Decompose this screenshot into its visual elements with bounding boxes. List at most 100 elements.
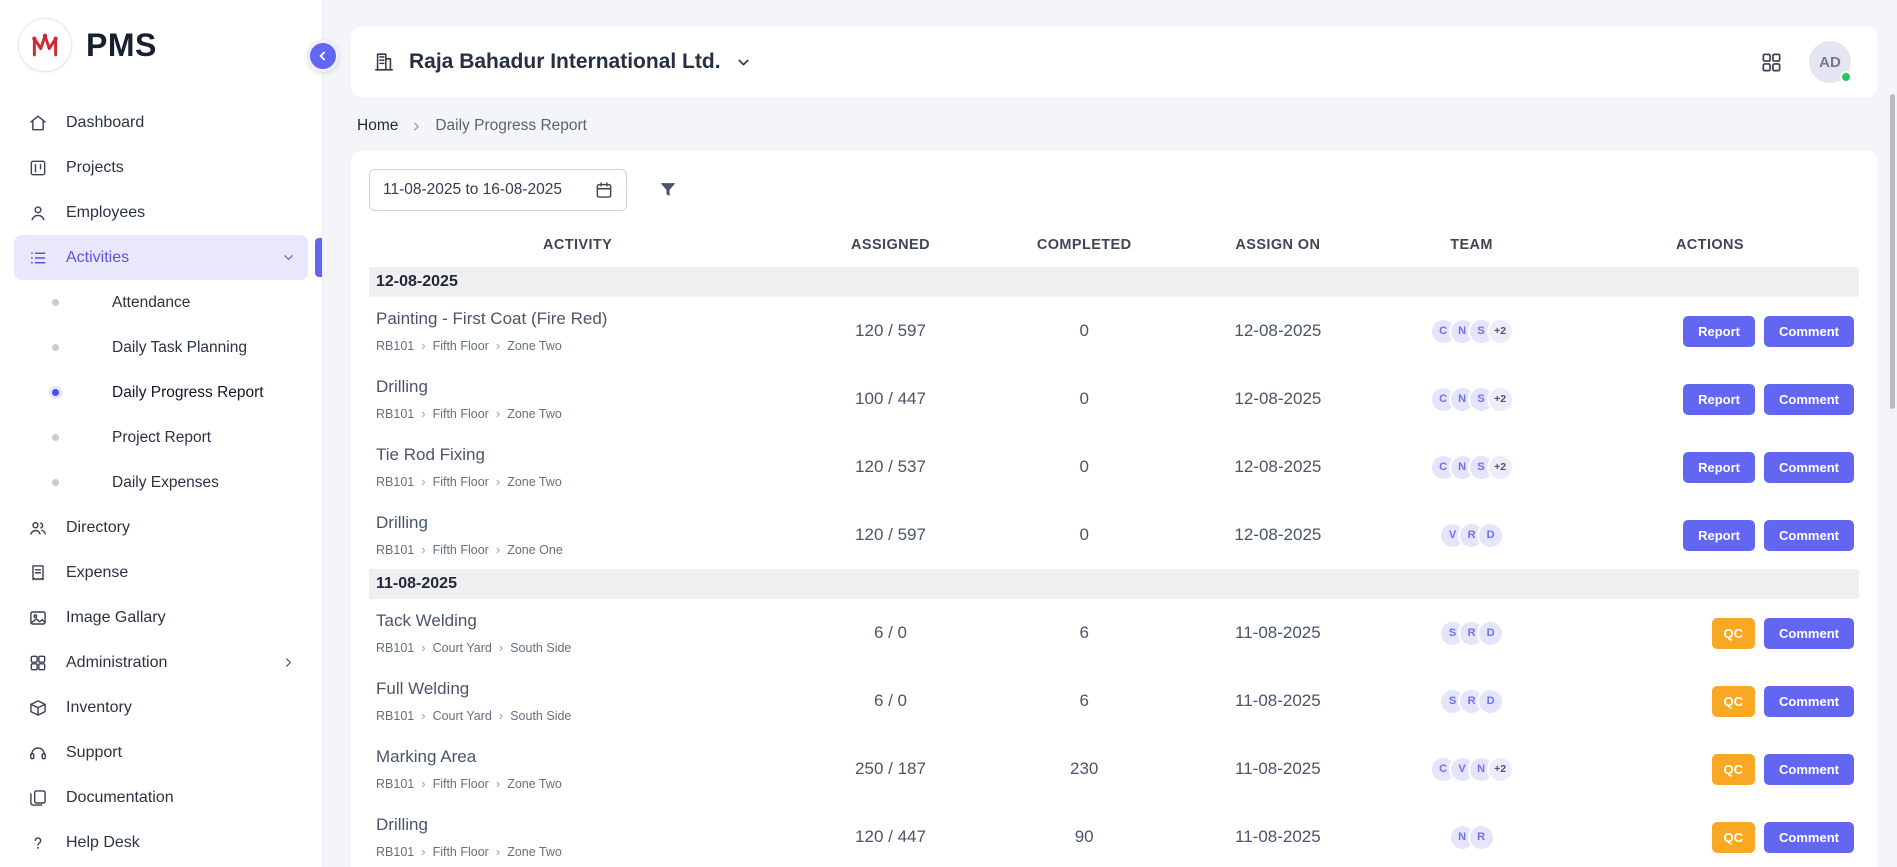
sidebar-subitem-project-report[interactable]: Project Report bbox=[14, 415, 308, 460]
date-range-input[interactable]: 11-08-2025 to 16-08-2025 bbox=[369, 169, 627, 211]
sidebar-subitem-attendance[interactable]: Attendance bbox=[14, 280, 308, 325]
sidebar-subitem-daily-task-planning[interactable]: Daily Task Planning bbox=[14, 325, 308, 370]
sidebar-item-documentation[interactable]: Documentation bbox=[14, 775, 308, 820]
sidebar-item-activities[interactable]: Activities bbox=[14, 235, 308, 280]
path-segment: RB101 bbox=[376, 543, 414, 557]
sidebar-item-directory[interactable]: Directory bbox=[14, 505, 308, 550]
assigned-value: 120 / 447 bbox=[786, 827, 995, 847]
comment-button[interactable]: Comment bbox=[1764, 822, 1854, 853]
path-segment: Fifth Floor bbox=[433, 475, 489, 489]
sidebar-subitem-daily-progress-report[interactable]: Daily Progress Report bbox=[14, 370, 308, 415]
team-avatar[interactable]: D bbox=[1477, 688, 1504, 715]
activity-row: Tie Rod Fixing RB101›Fifth Floor›Zone Tw… bbox=[369, 433, 1859, 501]
path-segment: Fifth Floor bbox=[433, 339, 489, 353]
sidebar-item-projects[interactable]: Projects bbox=[14, 145, 308, 190]
comment-button[interactable]: Comment bbox=[1764, 686, 1854, 717]
assign-on-value: 11-08-2025 bbox=[1174, 691, 1383, 711]
qc-button[interactable]: QC bbox=[1712, 618, 1756, 649]
sidebar-item-expense[interactable]: Expense bbox=[14, 550, 308, 595]
row-actions: QC Comment bbox=[1561, 686, 1859, 717]
sidebar-submenu-activities: AttendanceDaily Task Planning Daily Progr… bbox=[14, 280, 308, 505]
team-extra-badge[interactable]: +2 bbox=[1487, 318, 1514, 345]
sidebar-subitem-daily-expenses[interactable]: Daily Expenses bbox=[14, 460, 308, 505]
qc-button[interactable]: QC bbox=[1712, 754, 1756, 785]
team-extra-badge[interactable]: +2 bbox=[1487, 756, 1514, 783]
assigned-value: 120 / 597 bbox=[786, 525, 995, 545]
team-avatar[interactable]: D bbox=[1477, 620, 1504, 647]
sidebar-item-employees[interactable]: Employees bbox=[14, 190, 308, 235]
main-area: Raja Bahadur International Ltd. AD Home … bbox=[323, 0, 1897, 867]
sidebar-item-label: Employees bbox=[66, 204, 145, 222]
comment-button[interactable]: Comment bbox=[1764, 452, 1854, 483]
company-selector[interactable]: Raja Bahadur International Ltd. bbox=[373, 50, 752, 74]
sidebar-item-administration[interactable]: Administration bbox=[14, 640, 308, 685]
comment-button[interactable]: Comment bbox=[1764, 316, 1854, 347]
qc-button[interactable]: QC bbox=[1712, 822, 1756, 853]
assigned-value: 120 / 537 bbox=[786, 457, 995, 477]
path-segment: South Side bbox=[510, 641, 571, 655]
sidebar-item-dashboard[interactable]: Dashboard bbox=[14, 100, 308, 145]
comment-button[interactable]: Comment bbox=[1764, 520, 1854, 551]
report-button[interactable]: Report bbox=[1683, 316, 1755, 347]
path-segment: Zone Two bbox=[507, 845, 562, 859]
activity-path: RB101›Fifth Floor›Zone Two bbox=[376, 844, 786, 859]
activity-row: Painting - First Coat (Fire Red) RB101›F… bbox=[369, 297, 1859, 365]
activity-path: RB101›Fifth Floor›Zone One bbox=[376, 542, 786, 557]
comment-button[interactable]: Comment bbox=[1764, 384, 1854, 415]
sidebar-item-label: Activities bbox=[66, 249, 129, 267]
report-button[interactable]: Report bbox=[1683, 384, 1755, 415]
filter-funnel-icon[interactable] bbox=[657, 179, 679, 201]
activity-row: Drilling RB101›Fifth Floor›Zone Two 100 … bbox=[369, 365, 1859, 433]
team-avatars: CNS+2 bbox=[1382, 318, 1561, 345]
column-header-assigned: ASSIGNED bbox=[786, 237, 995, 253]
team-extra-badge[interactable]: +2 bbox=[1487, 386, 1514, 413]
apps-grid-icon[interactable] bbox=[1760, 51, 1783, 74]
path-segment: Fifth Floor bbox=[433, 845, 489, 859]
completed-value: 6 bbox=[995, 623, 1174, 643]
comment-button[interactable]: Comment bbox=[1764, 618, 1854, 649]
comment-button[interactable]: Comment bbox=[1764, 754, 1854, 785]
active-indicator-bar bbox=[315, 238, 322, 277]
chevron-right-icon: › bbox=[421, 542, 425, 557]
chevron-right-icon: › bbox=[496, 542, 500, 557]
directory-icon bbox=[28, 518, 48, 538]
team-avatar[interactable]: R bbox=[1468, 824, 1495, 851]
path-segment: RB101 bbox=[376, 641, 414, 655]
team-avatars: CNS+2 bbox=[1382, 454, 1561, 481]
row-actions: QC Comment bbox=[1561, 754, 1859, 785]
activities-icon bbox=[28, 248, 48, 268]
activity-row: Drilling RB101›Fifth Floor›Zone Two 120 … bbox=[369, 803, 1859, 867]
team-extra-badge[interactable]: +2 bbox=[1487, 454, 1514, 481]
sidebar-item-support[interactable]: Support bbox=[14, 730, 308, 775]
sidebar-subitem-label: Project Report bbox=[112, 429, 211, 447]
sidebar-item-label: Projects bbox=[66, 159, 124, 177]
activity-name: Drilling bbox=[376, 513, 786, 533]
activity-row: Tack Welding RB101›Court Yard›South Side… bbox=[369, 599, 1859, 667]
assign-on-value: 11-08-2025 bbox=[1174, 623, 1383, 643]
sidebar-collapse-button[interactable] bbox=[307, 40, 339, 72]
qc-button[interactable]: QC bbox=[1712, 686, 1756, 717]
calendar-icon[interactable] bbox=[594, 180, 614, 200]
home-icon bbox=[28, 113, 48, 133]
activity-name: Full Welding bbox=[376, 679, 786, 699]
activity-name: Drilling bbox=[376, 377, 786, 397]
sidebar: PMS Dashboard Projects Employees Activities… bbox=[0, 0, 323, 867]
online-status-dot bbox=[1840, 71, 1852, 83]
breadcrumb-home[interactable]: Home bbox=[357, 117, 398, 135]
date-range-value: 11-08-2025 to 16-08-2025 bbox=[383, 181, 562, 199]
report-button[interactable]: Report bbox=[1683, 452, 1755, 483]
user-avatar[interactable]: AD bbox=[1809, 41, 1851, 83]
app-name: PMS bbox=[86, 27, 157, 64]
bullet-dot-icon bbox=[52, 389, 59, 396]
date-group-header: 12-08-2025 bbox=[369, 267, 1859, 297]
report-button[interactable]: Report bbox=[1683, 520, 1755, 551]
sidebar-item-image-gallary[interactable]: Image Gallary bbox=[14, 595, 308, 640]
vertical-scrollbar[interactable] bbox=[1890, 94, 1895, 409]
expense-icon bbox=[28, 563, 48, 583]
team-avatar[interactable]: D bbox=[1477, 522, 1504, 549]
sidebar-item-inventory[interactable]: Inventory bbox=[14, 685, 308, 730]
sidebar-item-help-desk[interactable]: Help Desk bbox=[14, 820, 308, 865]
row-actions: Report Comment bbox=[1561, 384, 1859, 415]
sidebar-subitem-label: Daily Progress Report bbox=[112, 384, 264, 402]
chevron-right-icon: › bbox=[421, 338, 425, 353]
